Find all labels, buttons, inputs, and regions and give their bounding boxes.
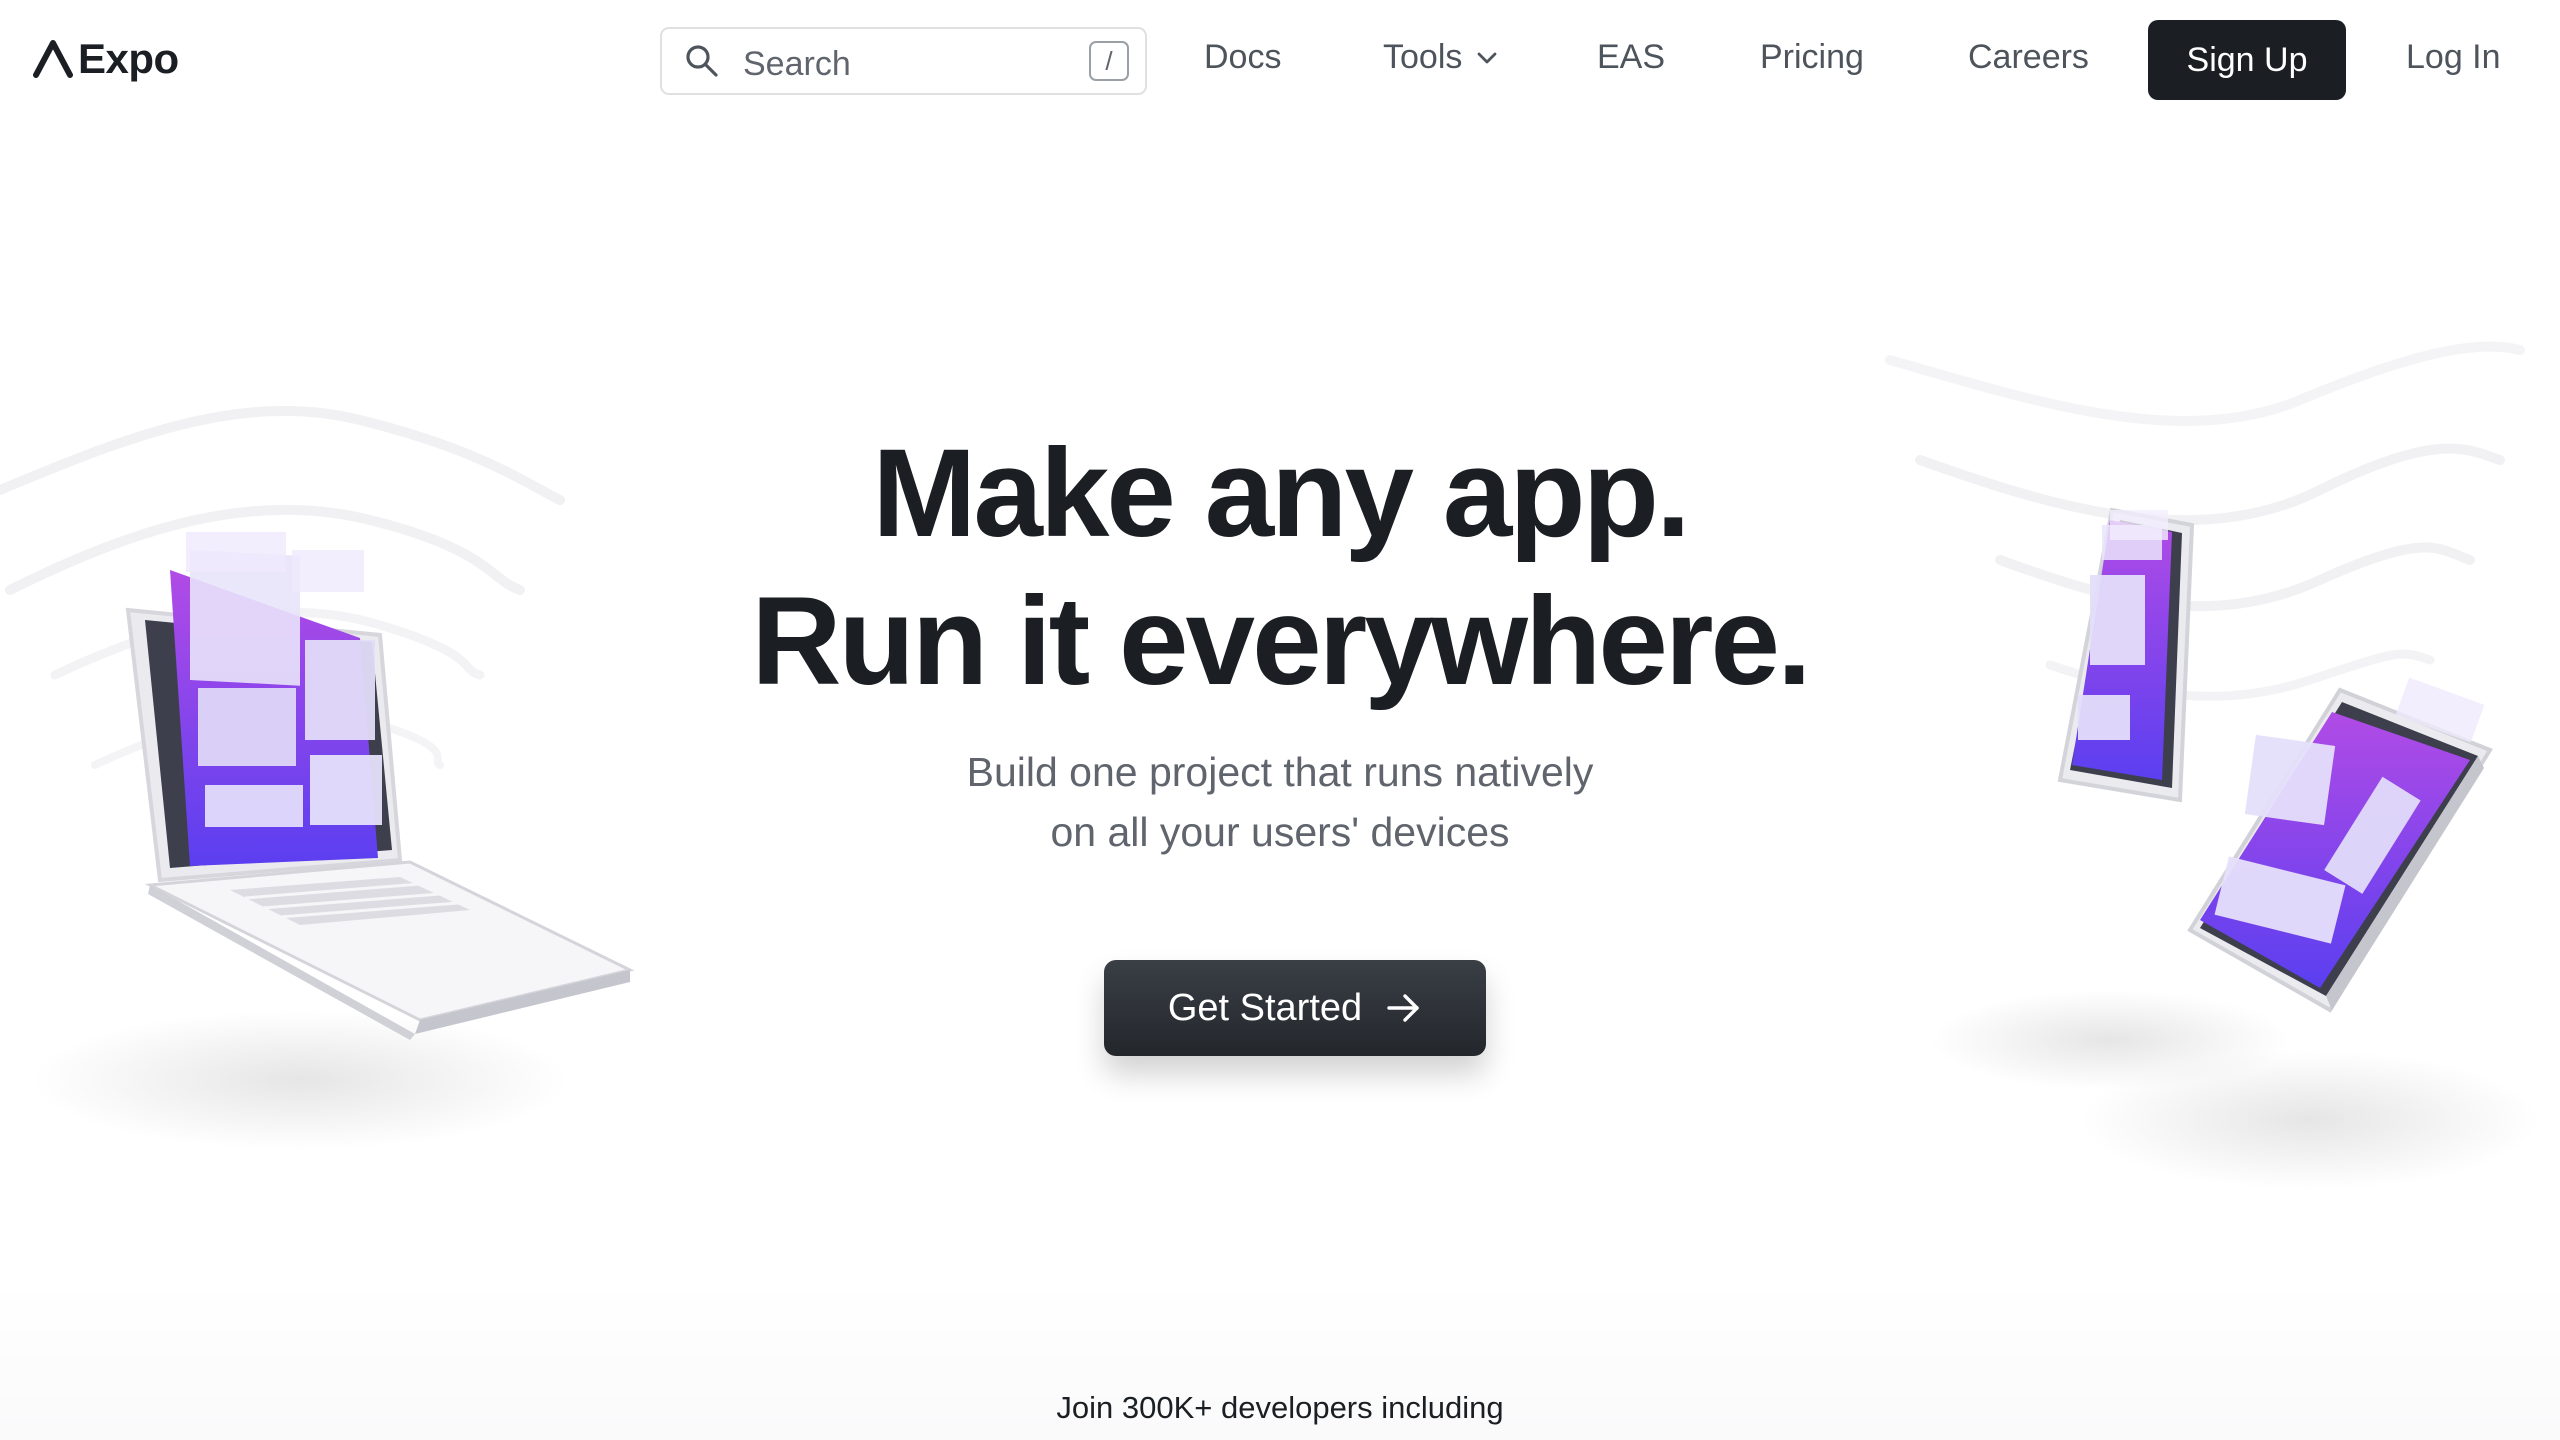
hero-subtitle-line-1: Build one project that runs natively [966, 749, 1594, 795]
log-in-link[interactable]: Log In [2406, 38, 2501, 77]
expo-logo[interactable]: Expo [32, 35, 179, 82]
top-navigation: Expo Search / Docs Tools EAS Pricing Car… [0, 0, 2560, 120]
get-started-button[interactable]: Get Started [1104, 960, 1486, 1056]
nav-link-tools-label: Tools [1383, 38, 1463, 76]
nav-link-tools[interactable]: Tools [1383, 38, 1498, 77]
hero-subtitle: Build one project that runs natively on … [0, 742, 2560, 862]
arrow-right-icon [1387, 994, 1419, 1022]
hero-title-line-1: Make any app. [872, 424, 1691, 563]
hero-subtitle-line-2: on all your users' devices [1050, 809, 1510, 855]
get-started-label: Get Started [1167, 986, 1363, 1029]
nav-link-pricing[interactable]: Pricing [1760, 38, 1864, 77]
nav-link-eas[interactable]: EAS [1597, 38, 1665, 77]
nav-link-docs[interactable]: Docs [1204, 38, 1281, 77]
search-shortcut-key: / [1089, 41, 1129, 81]
search-icon [686, 45, 718, 77]
expo-logo-icon [33, 40, 73, 78]
nav-link-careers[interactable]: Careers [1968, 38, 2089, 77]
sign-up-button[interactable]: Sign Up [2148, 20, 2346, 100]
social-proof-text: Join 300K+ developers including [1056, 1390, 1504, 1425]
hero-title-line-2: Run it everywhere. [751, 572, 1812, 711]
hero-title: Make any app. Run it everywhere. [0, 420, 2560, 716]
search-placeholder: Search [743, 45, 851, 83]
search-input[interactable]: Search / [660, 27, 1147, 95]
chevron-down-icon [1477, 52, 1497, 63]
logo-wordmark: Expo [78, 35, 179, 82]
